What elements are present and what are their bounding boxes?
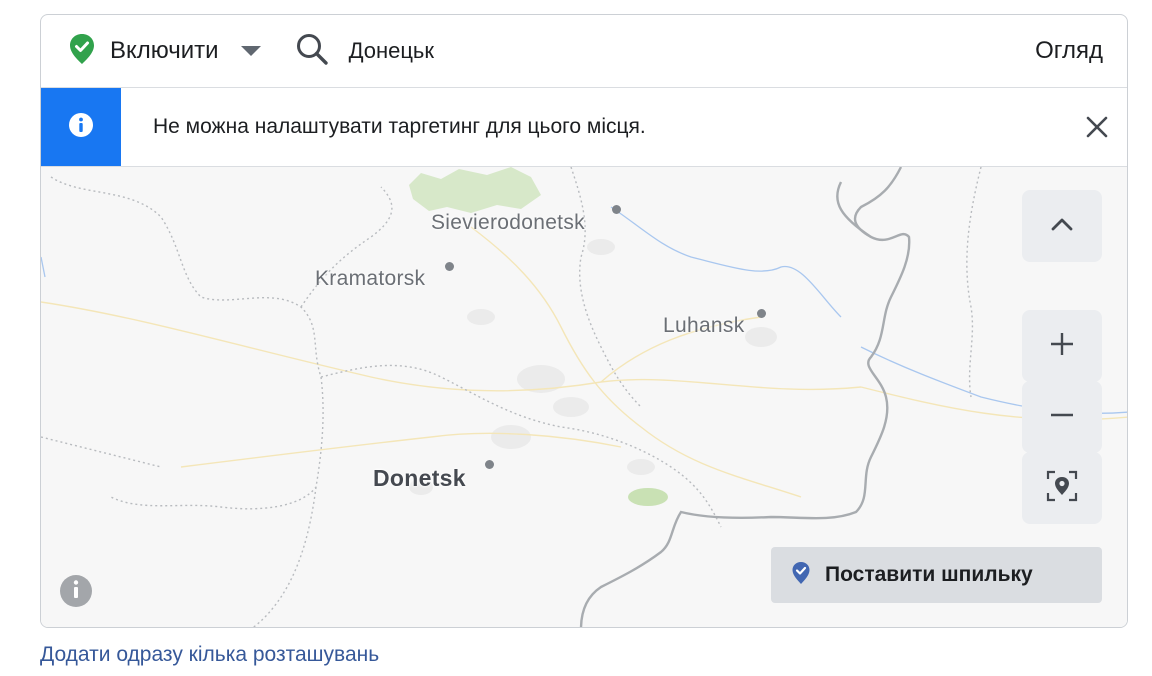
locate-pin-icon — [1046, 470, 1078, 507]
caret-down-icon — [240, 46, 261, 56]
location-toolbar: Включити Донецьк Огляд — [41, 15, 1127, 88]
map-info-button[interactable] — [60, 575, 92, 607]
city-marker — [485, 460, 494, 469]
notice-message: Не можна налаштувати таргетинг для цього… — [153, 115, 646, 138]
collapse-map-button[interactable] — [1022, 190, 1102, 262]
city-label-sievierodonetsk: Sievierodonetsk — [431, 211, 585, 234]
add-bulk-locations-link[interactable]: Додати одразу кілька розташувань — [40, 643, 379, 667]
locate-button[interactable] — [1022, 452, 1102, 524]
city-marker — [445, 262, 454, 271]
pin-shield-icon — [791, 561, 811, 590]
info-icon — [68, 112, 94, 143]
city-label-donetsk: Donetsk — [373, 465, 466, 491]
inclusion-dropdown[interactable]: Включити — [68, 33, 261, 70]
drop-pin-label: Поставити шпильку — [825, 563, 1033, 586]
browse-button[interactable]: Огляд — [1035, 37, 1103, 65]
chevron-up-icon — [1051, 217, 1073, 236]
search-input[interactable]: Донецьк — [349, 38, 434, 64]
check-shield-icon — [68, 33, 96, 70]
minus-icon — [1049, 402, 1075, 433]
notice-accent — [41, 88, 121, 166]
drop-pin-button[interactable]: Поставити шпильку — [771, 547, 1102, 603]
map-view[interactable]: Sievierodonetsk Kramatorsk Luhansk Donet… — [41, 167, 1127, 627]
search-icon — [295, 32, 329, 71]
city-marker — [612, 205, 621, 214]
city-label-luhansk: Luhansk — [663, 314, 745, 337]
zoom-in-button[interactable] — [1022, 310, 1102, 382]
targeting-notice: Не можна налаштувати таргетинг для цього… — [41, 88, 1127, 167]
location-panel: Включити Донецьк Огляд Не можна налаштув… — [40, 14, 1128, 628]
zoom-out-button[interactable] — [1022, 381, 1102, 453]
info-icon — [68, 579, 84, 604]
city-label-kramatorsk: Kramatorsk — [315, 267, 426, 290]
close-icon[interactable] — [1083, 113, 1111, 141]
city-marker — [757, 309, 766, 318]
location-search[interactable]: Донецьк — [295, 32, 434, 71]
inclusion-label: Включити — [110, 37, 219, 64]
plus-icon — [1049, 331, 1075, 362]
